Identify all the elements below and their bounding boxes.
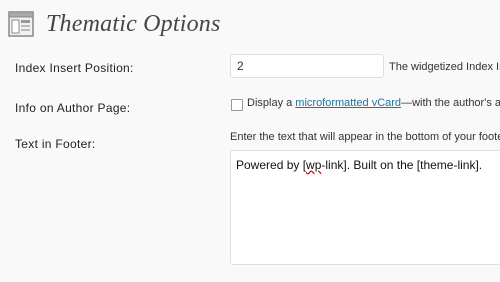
page-header: Thematic Options: [8, 6, 221, 42]
author-info-checkbox[interactable]: [231, 99, 243, 111]
footer-text-textarea[interactable]: Powered by [wp-link]. Built on the [them…: [230, 150, 500, 265]
footer-text-description: Enter the text that will appear in the b…: [230, 131, 500, 143]
vcard-link[interactable]: microformatted vCard: [295, 97, 401, 109]
author-info-description: Display a microformatted vCard—with the …: [247, 97, 500, 109]
footer-text-before: Powered by [: [236, 158, 307, 172]
page-title: Thematic Options: [46, 10, 221, 37]
options-page-icon: [8, 11, 34, 37]
footer-text-label: Text in Footer:: [15, 137, 96, 151]
index-insert-input[interactable]: [230, 54, 384, 78]
footer-text-wp: wp: [306, 158, 322, 172]
author-info-text-before: Display a: [247, 97, 296, 109]
author-info-label: Info on Author Page:: [15, 101, 131, 115]
author-info-text-after: —with the author's av: [401, 97, 500, 109]
index-insert-description: The widgetized Index In: [389, 61, 500, 73]
footer-text-after: -link]. Built on the [theme-link].: [321, 158, 483, 172]
index-insert-label: Index Insert Position:: [15, 61, 134, 75]
